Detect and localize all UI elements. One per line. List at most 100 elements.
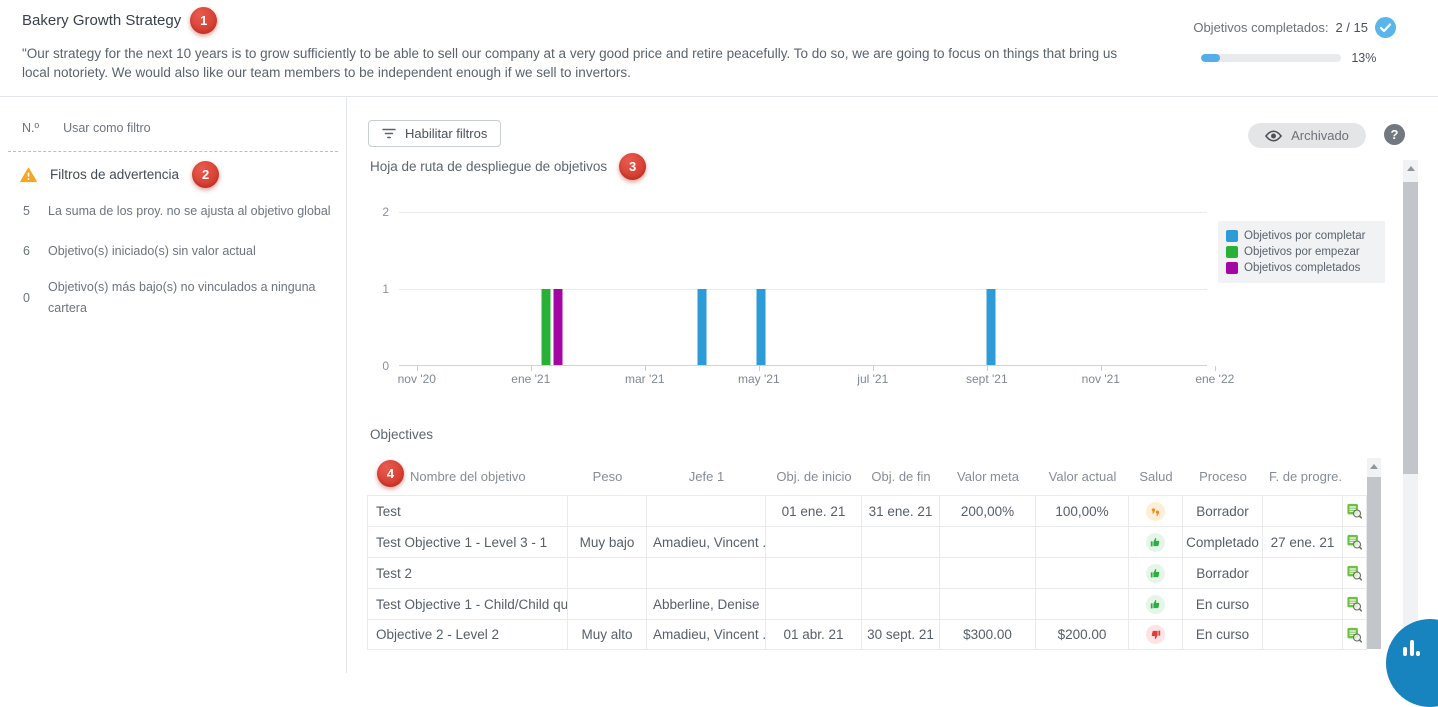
status-cell: Borrador <box>1183 496 1263 526</box>
current-value-cell <box>1036 589 1129 619</box>
objectives-table-header: Nombre del objetivoPesoJefe 1Obj. de ini… <box>367 458 1367 495</box>
x-axis-tick: nov '21 <box>1082 372 1120 386</box>
chart-bar <box>756 289 765 365</box>
scroll-up-icon[interactable] <box>1407 166 1415 171</box>
column-header-f-de-progre: F. de progre... <box>1263 469 1343 484</box>
column-header-obj-de-fin: Obj. de fin <box>862 469 940 484</box>
sidebar-filter-header: Usar como filtro <box>63 121 151 135</box>
view-details-icon[interactable] <box>1347 558 1362 588</box>
y-tick-2: 2 <box>369 205 389 219</box>
scroll-up-icon[interactable] <box>1370 464 1378 469</box>
x-axis <box>399 365 1207 366</box>
sidebar-item-started-no-value[interactable]: 6 Objetivo(s) iniciado(s) sin valor actu… <box>20 241 332 262</box>
y-tick-0: 0 <box>369 359 389 373</box>
column-header-jefe-1: Jefe 1 <box>647 469 766 484</box>
legend-swatch-purple <box>1226 262 1238 274</box>
x-axis-tick: sept '21 <box>966 372 1008 386</box>
x-axis-tickmark <box>873 366 874 371</box>
check-circle-icon <box>1375 17 1396 38</box>
weight-cell <box>568 496 647 526</box>
warning-filters-title: Filtros de advertencia <box>50 167 179 182</box>
archived-toggle[interactable]: Archivado <box>1248 123 1366 148</box>
column-header-obj-de-inicio: Obj. de inicio <box>766 469 862 484</box>
warning-filters-sidebar: N.º Usar como filtro Filtros de adverten… <box>0 97 347 673</box>
objectives-title: Objectives <box>370 427 433 442</box>
end-date-cell <box>862 527 940 557</box>
target-value-cell <box>940 527 1036 557</box>
filter-label: Objetivo(s) iniciado(s) sin valor actual <box>48 241 256 262</box>
panel-scrollbar[interactable] <box>1403 160 1418 637</box>
panel-scrollbar-thumb[interactable] <box>1403 182 1418 474</box>
view-details-icon[interactable] <box>1347 620 1362 649</box>
objective-row[interactable]: Test 2Borrador <box>367 557 1367 588</box>
progress-date-cell <box>1263 589 1343 619</box>
health-good-icon <box>1146 595 1165 614</box>
end-date-cell: 31 ene. 21 <box>862 496 940 526</box>
roadmap-chart: 2 1 0 nov '20ene '21mar '21may '21jul '2… <box>399 212 1207 366</box>
x-axis-tickmark <box>531 366 532 371</box>
enable-filters-label: Habilitar filtros <box>405 126 487 141</box>
chart-title: Hoja de ruta de despliegue de objetivos <box>370 159 607 174</box>
weight-cell <box>568 558 647 588</box>
chart-bar <box>554 289 563 365</box>
view-details-icon[interactable] <box>1347 589 1362 619</box>
x-axis-tick: mar '21 <box>625 372 665 386</box>
start-date-cell: 01 abr. 21 <box>766 620 862 649</box>
end-date-cell <box>862 558 940 588</box>
x-axis-tickmark <box>987 366 988 371</box>
enable-filters-button[interactable]: Habilitar filtros <box>368 120 501 147</box>
view-details-icon[interactable] <box>1347 496 1362 526</box>
column-header-proceso: Proceso <box>1183 469 1263 484</box>
objective-name-cell: Test <box>367 496 568 526</box>
health-cell <box>1129 496 1183 526</box>
column-header-valor-meta: Valor meta <box>940 469 1036 484</box>
legend-swatch-blue <box>1226 230 1238 242</box>
owner-cell <box>647 496 766 526</box>
legend-item-to-complete: Objetivos por completar <box>1226 230 1377 242</box>
objective-row[interactable]: Objective 2 - Level 2Muy altoAmadieu, Vi… <box>367 619 1367 650</box>
table-scrollbar-thumb[interactable] <box>1367 477 1381 649</box>
weight-cell: Muy bajo <box>568 527 647 557</box>
current-value-cell <box>1036 558 1129 588</box>
current-value-cell: 100,00% <box>1036 496 1129 526</box>
x-axis-tickmark <box>1101 366 1102 371</box>
strategy-description: "Our strategy for the next 10 years is t… <box>22 44 1117 82</box>
annotation-badge-3: 3 <box>619 153 646 180</box>
health-good-icon <box>1146 533 1165 552</box>
actions-cell <box>1343 496 1367 526</box>
objectives-table: Nombre del objetivoPesoJefe 1Obj. de ini… <box>367 458 1367 650</box>
objective-name-cell: Objective 2 - Level 2 <box>367 620 568 649</box>
objective-row[interactable]: Test Objective 1 - Child/Child qu...Abbe… <box>367 588 1367 619</box>
progress-date-cell: 27 ene. 21 <box>1263 527 1343 557</box>
completed-value: 2 / 15 <box>1335 20 1368 35</box>
objective-row[interactable]: Test01 ene. 2131 ene. 21200,00%100,00%Bo… <box>367 495 1367 526</box>
sidebar-divider <box>8 151 338 152</box>
chart-legend: Objetivos por completar Objetivos por em… <box>1218 221 1385 283</box>
chart-bar <box>698 289 707 365</box>
start-date-cell <box>766 558 862 588</box>
owner-cell: Amadieu, Vincent ... <box>647 527 766 557</box>
x-axis-tickmark <box>1215 366 1216 371</box>
objective-row[interactable]: Test Objective 1 - Level 3 - 1Muy bajoAm… <box>367 526 1367 557</box>
filter-count: 6 <box>20 241 33 262</box>
main-panel: Habilitar filtros Archivado ? Hoja de ru… <box>347 97 1438 673</box>
x-axis-tick: may '21 <box>738 372 780 386</box>
view-details-icon[interactable] <box>1347 527 1362 557</box>
progress-date-cell <box>1263 558 1343 588</box>
status-cell: Completado <box>1183 527 1263 557</box>
start-date-cell: 01 ene. 21 <box>766 496 862 526</box>
objective-name-cell: Test 2 <box>367 558 568 588</box>
end-date-cell: 30 sept. 21 <box>862 620 940 649</box>
x-axis-tickmark <box>645 366 646 371</box>
help-button[interactable]: ? <box>1384 124 1405 145</box>
sidebar-item-not-linked[interactable]: 0 Objetivo(s) más bajo(s) no vinculados … <box>20 277 332 319</box>
target-value-cell <box>940 589 1036 619</box>
status-cell: En curso <box>1183 589 1263 619</box>
legend-item-to-start: Objetivos por empezar <box>1226 246 1377 258</box>
x-axis-tickmark <box>759 366 760 371</box>
gridline-y2 <box>399 212 1207 213</box>
table-scrollbar[interactable] <box>1367 458 1381 649</box>
sidebar-item-sum-mismatch[interactable]: 5 La suma de los proy. no se ajusta al o… <box>20 201 332 222</box>
actions-cell <box>1343 558 1367 588</box>
help-icon: ? <box>1391 127 1399 142</box>
